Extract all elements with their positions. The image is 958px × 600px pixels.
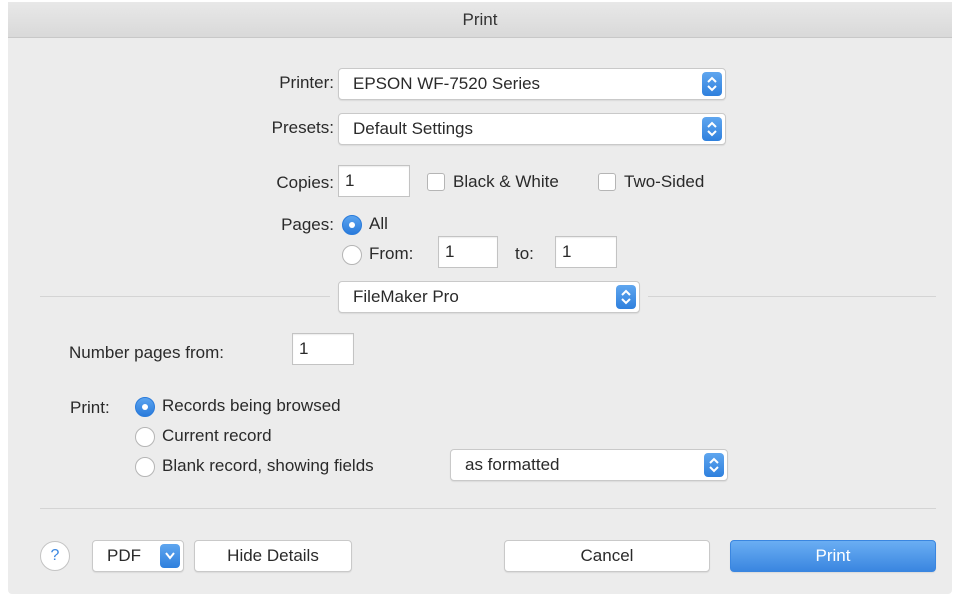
number-pages-label: Number pages from: (69, 343, 224, 362)
pdf-label: PDF (107, 546, 141, 565)
pages-all-label: All (369, 214, 388, 233)
presets-popup[interactable]: Default Settings (338, 113, 726, 145)
black-white-checkbox[interactable] (427, 173, 445, 191)
printer-value: EPSON WF-7520 Series (353, 74, 541, 93)
print-dialog: Print Printer: EPSON WF-7520 Series Pres… (8, 2, 952, 594)
divider-right (648, 296, 936, 297)
blank-record-label: Blank record, showing fields (162, 456, 374, 475)
updown-chevron-icon (702, 72, 722, 96)
records-browsed-radio[interactable] (135, 397, 155, 417)
current-record-label: Current record (162, 426, 272, 445)
records-browsed-label: Records being browsed (162, 396, 341, 415)
two-sided-label: Two-Sided (624, 172, 705, 191)
pages-label: Pages: (281, 215, 334, 234)
pages-to-label: to: (515, 244, 534, 263)
black-white-label: Black & White (453, 172, 559, 191)
pages-from-label: From: (369, 244, 414, 263)
fields-format-popup[interactable]: as formatted (450, 449, 728, 481)
pages-all-radio[interactable] (342, 215, 362, 235)
cancel-button[interactable]: Cancel (504, 540, 710, 572)
chevron-down-icon (160, 544, 180, 568)
help-button[interactable]: ? (40, 541, 70, 571)
presets-value: Default Settings (353, 119, 474, 138)
window-title: Print (8, 2, 952, 38)
updown-chevron-icon (702, 117, 722, 141)
pages-from-field[interactable]: 1 (438, 236, 498, 268)
print-button[interactable]: Print (730, 540, 936, 572)
hide-details-button[interactable]: Hide Details (194, 540, 352, 572)
pages-to-field[interactable]: 1 (555, 236, 617, 268)
print-options-label: Print: (70, 398, 110, 417)
app-menu-popup[interactable]: FileMaker Pro (338, 281, 640, 313)
current-record-radio[interactable] (135, 427, 155, 447)
app-menu-value: FileMaker Pro (353, 287, 459, 306)
pages-from-radio[interactable] (342, 245, 362, 265)
fields-format-value: as formatted (465, 455, 560, 474)
updown-chevron-icon (616, 285, 636, 309)
blank-record-radio[interactable] (135, 457, 155, 477)
presets-label: Presets: (271, 118, 334, 137)
divider-left (40, 296, 330, 297)
two-sided-checkbox[interactable] (598, 173, 616, 191)
pdf-menu-button[interactable]: PDF (92, 540, 184, 572)
number-pages-field[interactable]: 1 (292, 333, 354, 365)
updown-chevron-icon (704, 453, 724, 477)
divider-bottom (40, 508, 936, 509)
printer-label: Printer: (279, 73, 334, 92)
copies-field[interactable]: 1 (338, 165, 410, 197)
printer-popup[interactable]: EPSON WF-7520 Series (338, 68, 726, 100)
copies-label: Copies: (276, 173, 334, 192)
